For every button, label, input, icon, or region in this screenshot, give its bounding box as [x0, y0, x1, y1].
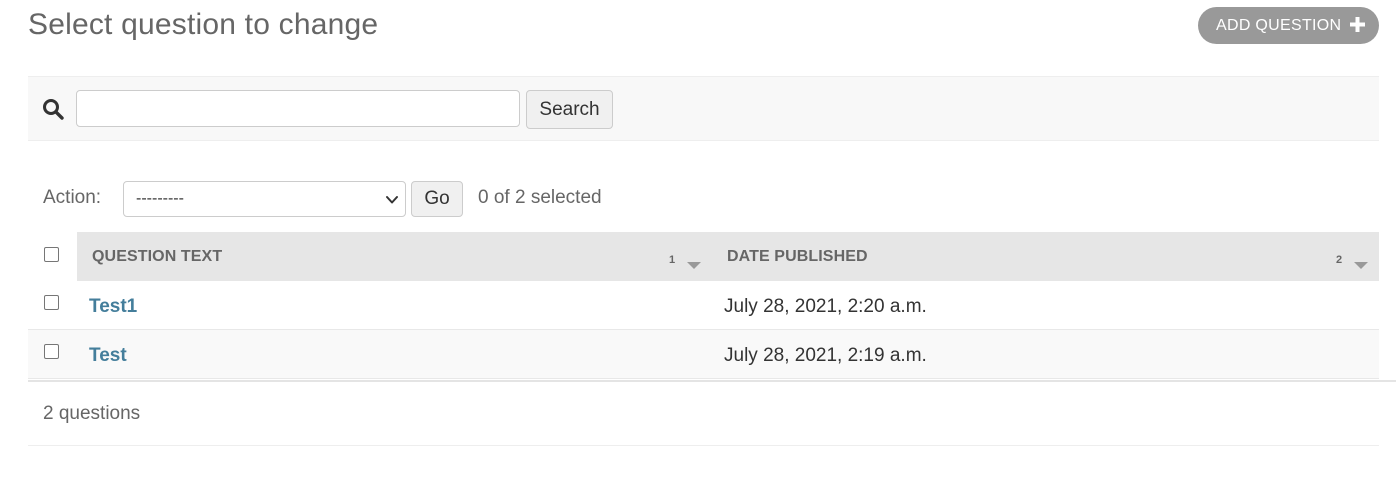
question-link[interactable]: Test	[89, 345, 127, 367]
admin-changelist-page: Select question to change ADD QUESTION S…	[0, 0, 1396, 489]
add-question-label: ADD QUESTION	[1216, 16, 1342, 34]
row-checkbox[interactable]	[44, 344, 59, 359]
table-row: Test July 28, 2021, 2:19 a.m.	[28, 330, 1379, 379]
action-select[interactable]: ---------	[123, 181, 406, 217]
question-link[interactable]: Test1	[89, 296, 137, 318]
table-row: Test1 July 28, 2021, 2:20 a.m.	[28, 281, 1379, 330]
column-header-question-text[interactable]: QUESTION TEXT	[92, 248, 222, 266]
column-header-date-published[interactable]: DATE PUBLISHED	[727, 248, 868, 266]
header-cells: QUESTION TEXT 1 DATE PUBLISHED 2	[77, 232, 1379, 281]
page-title: Select question to change	[28, 8, 379, 41]
plus-icon	[1350, 17, 1365, 37]
select-all-checkbox[interactable]	[44, 247, 59, 262]
chevron-down-icon	[385, 193, 399, 212]
search-icon	[42, 98, 64, 125]
caret-down-icon[interactable]	[1354, 257, 1368, 275]
result-count: 2 questions	[43, 403, 141, 424]
results-table: QUESTION TEXT 1 DATE PUBLISHED 2 Test1 J…	[28, 232, 1396, 379]
row-checkbox[interactable]	[44, 295, 59, 310]
date-published-cell: July 28, 2021, 2:20 a.m.	[724, 296, 927, 317]
selection-counter: 0 of 2 selected	[478, 187, 602, 208]
select-all-cell	[28, 232, 77, 281]
go-button[interactable]: Go	[411, 181, 463, 217]
action-label: Action:	[43, 187, 102, 208]
search-button[interactable]: Search	[526, 90, 613, 129]
sort-priority-question-text: 1	[669, 254, 676, 266]
date-published-cell: July 28, 2021, 2:19 a.m.	[724, 345, 927, 366]
sort-priority-date-published: 2	[1336, 254, 1343, 266]
caret-down-icon[interactable]	[687, 257, 701, 275]
search-input[interactable]	[76, 90, 520, 127]
paginator: 2 questions	[28, 382, 1379, 446]
action-select-value: ---------	[136, 190, 184, 207]
table-header: QUESTION TEXT 1 DATE PUBLISHED 2	[28, 232, 1396, 281]
search-toolbar: Search	[28, 76, 1379, 141]
add-question-button[interactable]: ADD QUESTION	[1198, 7, 1379, 44]
